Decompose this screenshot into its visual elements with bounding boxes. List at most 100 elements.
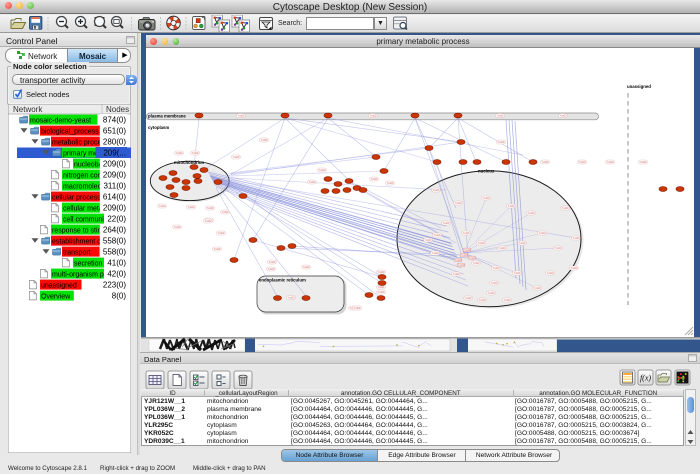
svg-text:Yxx00: Yxx00: [174, 226, 181, 229]
svg-text:558(0): 558(0): [103, 237, 126, 246]
svg-text:transport: transport: [63, 250, 91, 257]
svg-text:558(0): 558(0): [103, 248, 126, 257]
svg-text:multi-organism pro: multi-organism pro: [52, 272, 110, 279]
svg-text:Yxx00: Yxx00: [378, 291, 385, 294]
svg-text:Yxx00: Yxx00: [269, 261, 276, 264]
svg-text:264(0): 264(0): [103, 226, 126, 235]
svg-text:Yxx00: Yxx00: [483, 197, 490, 200]
svg-text:f(x): f(x): [640, 374, 651, 383]
svg-text:Yxx00: Yxx00: [493, 267, 500, 270]
svg-text:Nodes: Nodes: [106, 105, 129, 114]
svg-text:651(0): 651(0): [103, 127, 126, 136]
svg-text:Yxx00: Yxx00: [508, 205, 515, 208]
svg-text:Yxx00: Yxx00: [464, 249, 471, 252]
svg-text:unassigned: unassigned: [627, 84, 651, 89]
svg-text:223(0): 223(0): [103, 281, 126, 290]
svg-text:nucleus: nucleus: [478, 169, 495, 174]
svg-text:Yxx00: Yxx00: [514, 272, 521, 275]
svg-text:Yxx00: Yxx00: [387, 182, 394, 185]
svg-text:Yxx00: Yxx00: [425, 239, 432, 242]
svg-text:Yxx00: Yxx00: [539, 232, 546, 235]
svg-text:Yxx00: Yxx00: [371, 178, 378, 181]
svg-text:biological_process: biological_process: [41, 129, 99, 136]
svg-text:Yxx00: Yxx00: [433, 189, 440, 192]
svg-text:Yxx00: Yxx00: [555, 247, 562, 250]
svg-text:unassigned: unassigned: [41, 283, 77, 290]
svg-text:Yxx00: Yxx00: [571, 267, 578, 270]
svg-text:209(...: 209(...: [103, 149, 126, 158]
svg-text:Yxx00: Yxx00: [370, 115, 377, 118]
svg-text:mitochondrion: mitochondrion: [174, 160, 204, 165]
svg-text:Yxx00: Yxx00: [205, 220, 212, 223]
svg-text:Yxx00: Yxx00: [607, 161, 614, 164]
svg-text:Yxx00: Yxx00: [207, 207, 214, 210]
svg-text:614(0): 614(0): [103, 193, 126, 202]
svg-text:Yxx00: Yxx00: [547, 272, 554, 275]
svg-text:Yxx00: Yxx00: [319, 169, 326, 172]
svg-text:mosaic-demo-yeast: mosaic-demo-yeast: [30, 118, 91, 125]
svg-text:Network: Network: [13, 105, 43, 114]
svg-text:Yxx00: Yxx00: [238, 115, 245, 118]
svg-text:42(0): 42(0): [107, 270, 126, 279]
svg-text:Yxx00: Yxx00: [519, 242, 526, 245]
svg-text:Yxx00: Yxx00: [233, 156, 240, 159]
svg-text:Yxx00: Yxx00: [378, 286, 385, 289]
svg-text:Yxx00: Yxx00: [159, 205, 166, 208]
svg-text:Yxx00: Yxx00: [222, 211, 229, 214]
svg-text:secretion: secretion: [74, 261, 103, 268]
svg-text:874(0): 874(0): [103, 116, 126, 125]
svg-text:Yxx00: Yxx00: [573, 237, 580, 240]
svg-text:Yxx00: Yxx00: [488, 292, 495, 295]
svg-text:Yxx00: Yxx00: [455, 202, 462, 205]
svg-text:Yxx00: Yxx00: [542, 161, 549, 164]
svg-text:Yxx00: Yxx00: [478, 242, 485, 245]
svg-text:Yxx00: Yxx00: [188, 206, 195, 209]
svg-text:Yxx00: Yxx00: [469, 257, 476, 260]
svg-text:Yxx00: Yxx00: [192, 152, 199, 155]
svg-text:Yxx00: Yxx00: [434, 234, 441, 237]
svg-text:Yxx00: Yxx00: [214, 248, 221, 251]
svg-text:Yxx00: Yxx00: [498, 141, 505, 144]
svg-text:209(0): 209(0): [103, 204, 126, 213]
svg-text:Yxx00: Yxx00: [261, 139, 268, 142]
svg-text:41(0): 41(0): [107, 259, 126, 268]
svg-text:Yxx00: Yxx00: [479, 299, 486, 302]
svg-text:plasma membrane: plasma membrane: [148, 114, 186, 119]
svg-text:Yxx00: Yxx00: [354, 307, 361, 310]
svg-text:Yxx00: Yxx00: [465, 297, 472, 300]
svg-text:Yxx00: Yxx00: [497, 115, 504, 118]
svg-text:Yxx00: Yxx00: [455, 259, 462, 262]
svg-text:Yxx00: Yxx00: [443, 222, 450, 225]
svg-text:Yxx00: Yxx00: [499, 247, 506, 250]
svg-text:Yxx00: Yxx00: [463, 232, 470, 235]
svg-text:Yxx00: Yxx00: [453, 273, 460, 276]
svg-text:209(0): 209(0): [103, 171, 126, 180]
svg-text:Yxx00: Yxx00: [378, 271, 385, 274]
svg-text:Yxx00: Yxx00: [491, 282, 498, 285]
svg-text:endoplasmic reticulum: endoplasmic reticulum: [259, 278, 306, 283]
svg-text:Yxx00: Yxx00: [268, 268, 275, 271]
svg-text:Yxx00: Yxx00: [640, 161, 647, 164]
svg-text:Yxx00: Yxx00: [461, 254, 468, 257]
svg-text:cellular process: cellular process: [52, 195, 101, 202]
svg-text:8(0): 8(0): [112, 292, 127, 301]
svg-text:Yxx00: Yxx00: [458, 264, 465, 267]
svg-text:Yxx00: Yxx00: [579, 161, 586, 164]
svg-text:Yxx00: Yxx00: [288, 297, 295, 300]
svg-text:Yxx00: Yxx00: [432, 252, 439, 255]
svg-text:Yxx00: Yxx00: [303, 266, 310, 269]
svg-text:Yxx00: Yxx00: [473, 262, 480, 265]
svg-text:22(0): 22(0): [107, 215, 126, 224]
svg-text:Yxx00: Yxx00: [504, 299, 511, 302]
svg-text:Yxx00: Yxx00: [560, 115, 567, 118]
svg-text:Yxx00: Yxx00: [176, 152, 183, 155]
svg-text:Yxx00: Yxx00: [218, 232, 225, 235]
svg-text:Yxx00: Yxx00: [534, 287, 541, 290]
svg-text:311(0): 311(0): [103, 182, 126, 191]
svg-text:Yxx00: Yxx00: [309, 181, 316, 184]
svg-text:Yxx00: Yxx00: [562, 207, 569, 210]
svg-text:Yxx00: Yxx00: [528, 212, 535, 215]
svg-text:280(0): 280(0): [103, 138, 126, 147]
svg-text:cytoplasm: cytoplasm: [148, 125, 169, 130]
svg-text:Overview: Overview: [41, 294, 71, 301]
